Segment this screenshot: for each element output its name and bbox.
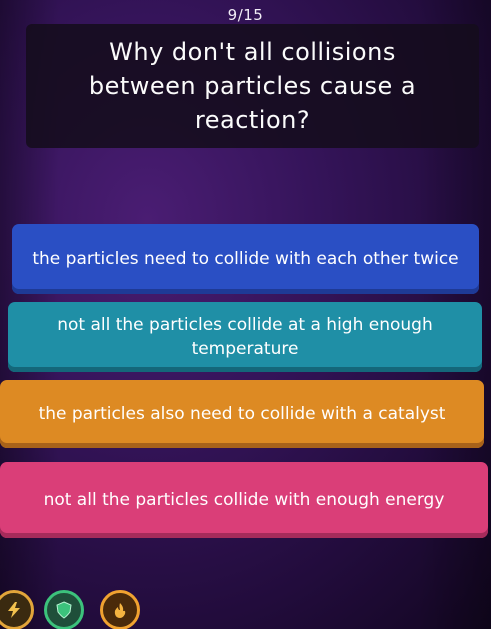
answer-option-3[interactable]: the particles also need to collide with … [0, 380, 484, 448]
answer-option-2-label: not all the particles collide at a high … [57, 315, 433, 359]
shield-glyph-icon [56, 601, 72, 619]
answer-option-4-label: not all the particles collide with enoug… [43, 490, 445, 510]
question-card: Why don't all collisions between particl… [26, 24, 479, 148]
answer-option-1[interactable]: the particles need to collide with each … [12, 224, 479, 294]
answer-option-4[interactable]: not all the particles collide with enoug… [0, 462, 488, 538]
streak-icon[interactable] [100, 590, 140, 629]
powerup-bar [0, 586, 180, 629]
power-up-glyph-icon [8, 602, 20, 618]
power-up-icon[interactable] [0, 590, 34, 629]
answer-option-2[interactable]: not all the particles collide at a high … [8, 302, 482, 372]
shield-icon[interactable] [44, 590, 84, 629]
question-text: Why don't all collisions between particl… [88, 38, 417, 134]
answer-option-3-label: the particles also need to collide with … [38, 404, 446, 424]
answer-option-1-label: the particles need to collide with each … [32, 249, 459, 269]
question-counter: 9/15 [227, 6, 264, 24]
streak-glyph-icon [114, 603, 126, 618]
